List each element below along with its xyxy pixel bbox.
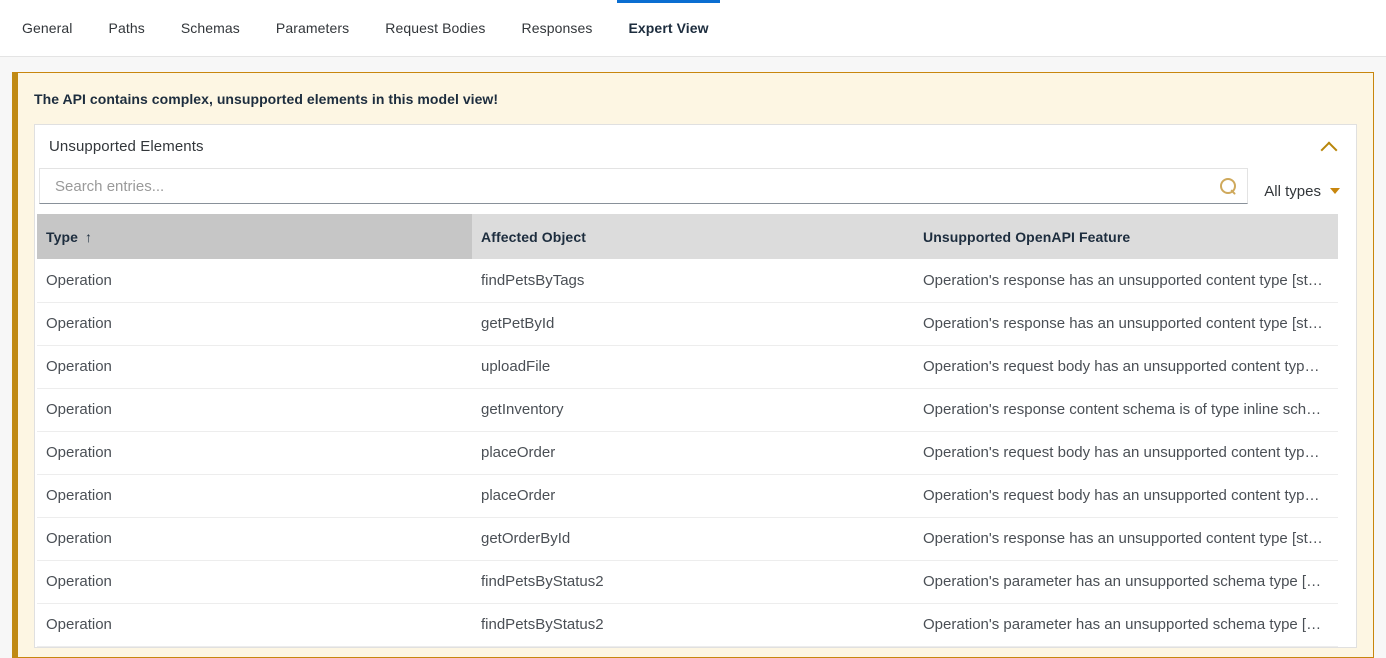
type-filter-label: All types [1264, 183, 1321, 200]
table-row[interactable]: Operation findPetsByStatus2 Operation's … [37, 603, 1338, 646]
table-scroll-container[interactable]: Type ↑ Affected Object [35, 214, 1356, 647]
table-row[interactable]: Operation findPetsByStatus2 Operation's … [37, 560, 1338, 603]
cell-unsupported-feature: Operation's request body has an unsuppor… [914, 474, 1338, 517]
page-content: The API contains complex, unsupported el… [0, 57, 1386, 658]
cell-affected-object: placeOrder [472, 474, 914, 517]
tab-label: Request Bodies [385, 20, 485, 36]
tab-expert-view[interactable]: Expert View [610, 0, 726, 56]
cell-affected-object: findPetsByTags [472, 259, 914, 302]
warning-banner-title: The API contains complex, unsupported el… [34, 91, 1357, 107]
cell-unsupported-feature: Operation's request body has an unsuppor… [914, 431, 1338, 474]
cell-type: Operation [37, 345, 472, 388]
cell-unsupported-feature: Operation's response has an unsupported … [914, 517, 1338, 560]
tab-label: Parameters [276, 20, 349, 36]
sort-ascending-icon: ↑ [85, 230, 92, 244]
cell-affected-object: getPetById [472, 302, 914, 345]
cell-affected-object: findPetsByStatus2 [472, 560, 914, 603]
cell-type: Operation [37, 603, 472, 646]
table-toolbar: All types [35, 168, 1356, 214]
cell-affected-object: findPetsByStatus2 [472, 603, 914, 646]
search-button[interactable] [1209, 169, 1247, 203]
chevron-up-icon [1322, 142, 1337, 151]
table-row[interactable]: Operation getPetById Operation's respons… [37, 302, 1338, 345]
tab-paths[interactable]: Paths [91, 0, 163, 56]
cell-unsupported-feature: Operation's response has an unsupported … [914, 259, 1338, 302]
tab-label: Schemas [181, 20, 240, 36]
cell-type: Operation [37, 259, 472, 302]
cell-unsupported-feature: Operation's response content schema is o… [914, 388, 1338, 431]
tab-label: Expert View [628, 20, 708, 36]
cell-type: Operation [37, 474, 472, 517]
type-filter-dropdown[interactable]: All types [1248, 168, 1348, 214]
column-header-type[interactable]: Type ↑ [37, 214, 472, 259]
unsupported-elements-table: Type ↑ Affected Object [37, 214, 1338, 647]
cell-type: Operation [37, 517, 472, 560]
column-header-label: Unsupported OpenAPI Feature [923, 229, 1130, 245]
tab-bar: General Paths Schemas Parameters Request… [0, 0, 1386, 57]
search-field[interactable] [39, 168, 1248, 204]
collapse-panel-button[interactable] [1314, 132, 1344, 162]
cell-type: Operation [37, 431, 472, 474]
cell-affected-object: placeOrder [472, 431, 914, 474]
tab-parameters[interactable]: Parameters [258, 0, 367, 56]
card-title: Unsupported Elements [49, 138, 204, 155]
tab-general[interactable]: General [0, 0, 91, 56]
cell-unsupported-feature: Operation's request body has an unsuppor… [914, 345, 1338, 388]
unsupported-elements-card: Unsupported Elements All types [34, 124, 1357, 648]
tab-request-bodies[interactable]: Request Bodies [367, 0, 503, 56]
table-head: Type ↑ Affected Object [37, 214, 1338, 259]
cell-type: Operation [37, 560, 472, 603]
tab-label: General [22, 20, 73, 36]
column-header-label: Affected Object [481, 229, 586, 245]
cell-affected-object: uploadFile [472, 345, 914, 388]
tab-responses[interactable]: Responses [504, 0, 611, 56]
table-header-row: Type ↑ Affected Object [37, 214, 1338, 259]
cell-type: Operation [37, 388, 472, 431]
table-row[interactable]: Operation getInventory Operation's respo… [37, 388, 1338, 431]
tab-label: Paths [109, 20, 145, 36]
search-icon [1220, 178, 1237, 195]
column-header-affected-object[interactable]: Affected Object [472, 214, 914, 259]
search-input[interactable] [40, 169, 1209, 203]
cell-unsupported-feature: Operation's parameter has an unsupported… [914, 603, 1338, 646]
card-header: Unsupported Elements [35, 125, 1356, 168]
cell-unsupported-feature: Operation's response has an unsupported … [914, 302, 1338, 345]
table-body: Operation findPetsByTags Operation's res… [37, 259, 1338, 646]
table-row[interactable]: Operation placeOrder Operation's request… [37, 474, 1338, 517]
column-header-label: Type [46, 229, 78, 245]
table-row[interactable]: Operation uploadFile Operation's request… [37, 345, 1338, 388]
tab-label: Responses [522, 20, 593, 36]
chevron-down-icon [1330, 188, 1340, 194]
cell-affected-object: getOrderById [472, 517, 914, 560]
table-row[interactable]: Operation placeOrder Operation's request… [37, 431, 1338, 474]
cell-affected-object: getInventory [472, 388, 914, 431]
table-row[interactable]: Operation getOrderById Operation's respo… [37, 517, 1338, 560]
column-header-unsupported-feature[interactable]: Unsupported OpenAPI Feature [914, 214, 1338, 259]
cell-unsupported-feature: Operation's parameter has an unsupported… [914, 560, 1338, 603]
tab-schemas[interactable]: Schemas [163, 0, 258, 56]
table-row[interactable]: Operation findPetsByTags Operation's res… [37, 259, 1338, 302]
cell-type: Operation [37, 302, 472, 345]
unsupported-elements-warning-banner: The API contains complex, unsupported el… [12, 72, 1374, 658]
